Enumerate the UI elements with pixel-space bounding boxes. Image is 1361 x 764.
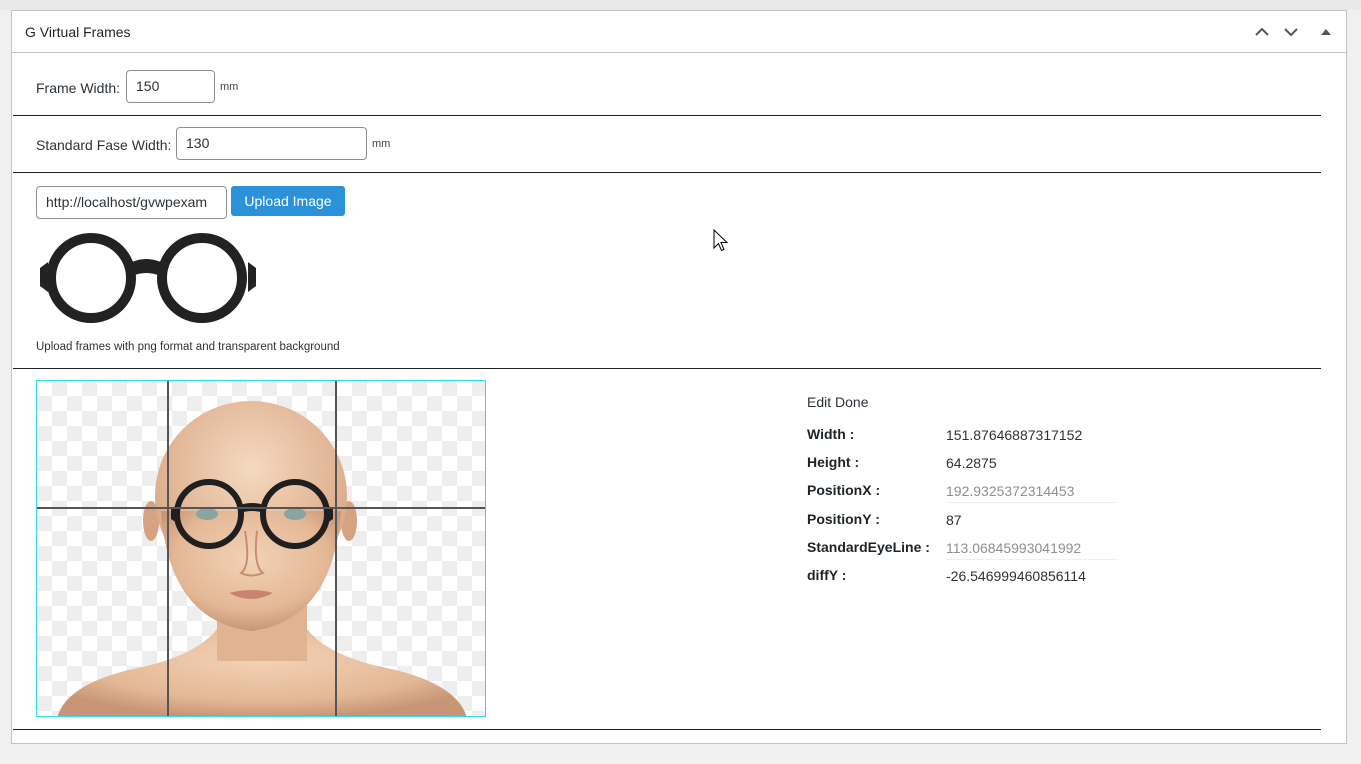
mouse-cursor-icon: [713, 229, 729, 252]
move-down-button[interactable]: [1280, 21, 1302, 43]
image-url-input[interactable]: http://localhost/gvwpexam: [36, 186, 227, 219]
stat-eye-line-value: 113.06845993041992: [946, 536, 1118, 560]
stat-width-label: Width :: [807, 426, 855, 442]
caret-up-icon: [1321, 29, 1331, 35]
stat-position-y-label: PositionY :: [807, 511, 880, 527]
grid-line-vertical-left: [167, 381, 169, 716]
face-width-label: Standard Fase Width:: [36, 137, 172, 153]
top-strip: [0, 0, 1361, 10]
chevron-down-icon: [1284, 28, 1298, 37]
upload-image-button[interactable]: Upload Image: [231, 186, 345, 216]
frame-width-input[interactable]: 150: [126, 70, 215, 103]
upload-hint: Upload frames with png format and transp…: [36, 341, 340, 353]
face-model-image: [57, 401, 467, 716]
toggle-panel-button[interactable]: [1315, 21, 1337, 43]
stat-height-label: Height :: [807, 454, 860, 470]
edit-status: Edit Done: [807, 394, 869, 410]
chevron-up-icon: [1255, 27, 1269, 36]
face-width-input[interactable]: 130: [176, 127, 367, 160]
move-up-button[interactable]: [1251, 21, 1273, 43]
editor-canvas[interactable]: [36, 380, 486, 717]
stat-position-y-value: 87: [946, 512, 962, 528]
stat-height-value: 64.2875: [946, 455, 997, 471]
stat-eye-line-label: StandardEyeLine :: [807, 539, 930, 555]
stat-position-x-value: 192.9325372314453: [946, 479, 1118, 503]
frame-width-label: Frame Width:: [36, 80, 121, 96]
stat-diff-y-label: diffY :: [807, 567, 847, 583]
stat-position-x-label: PositionX :: [807, 482, 881, 498]
panel-header: G Virtual Frames: [12, 11, 1346, 53]
stat-width-value: 151.87646887317152: [946, 427, 1083, 443]
grid-line-vertical-right: [335, 381, 337, 716]
stat-diff-y-value: -26.546999460856114: [946, 568, 1086, 584]
frame-width-unit: mm: [220, 81, 239, 93]
panel-title: G Virtual Frames: [25, 24, 131, 40]
frame-preview-image: [40, 233, 256, 323]
face-width-unit: mm: [372, 138, 391, 150]
grid-line-horizontal: [37, 507, 485, 509]
